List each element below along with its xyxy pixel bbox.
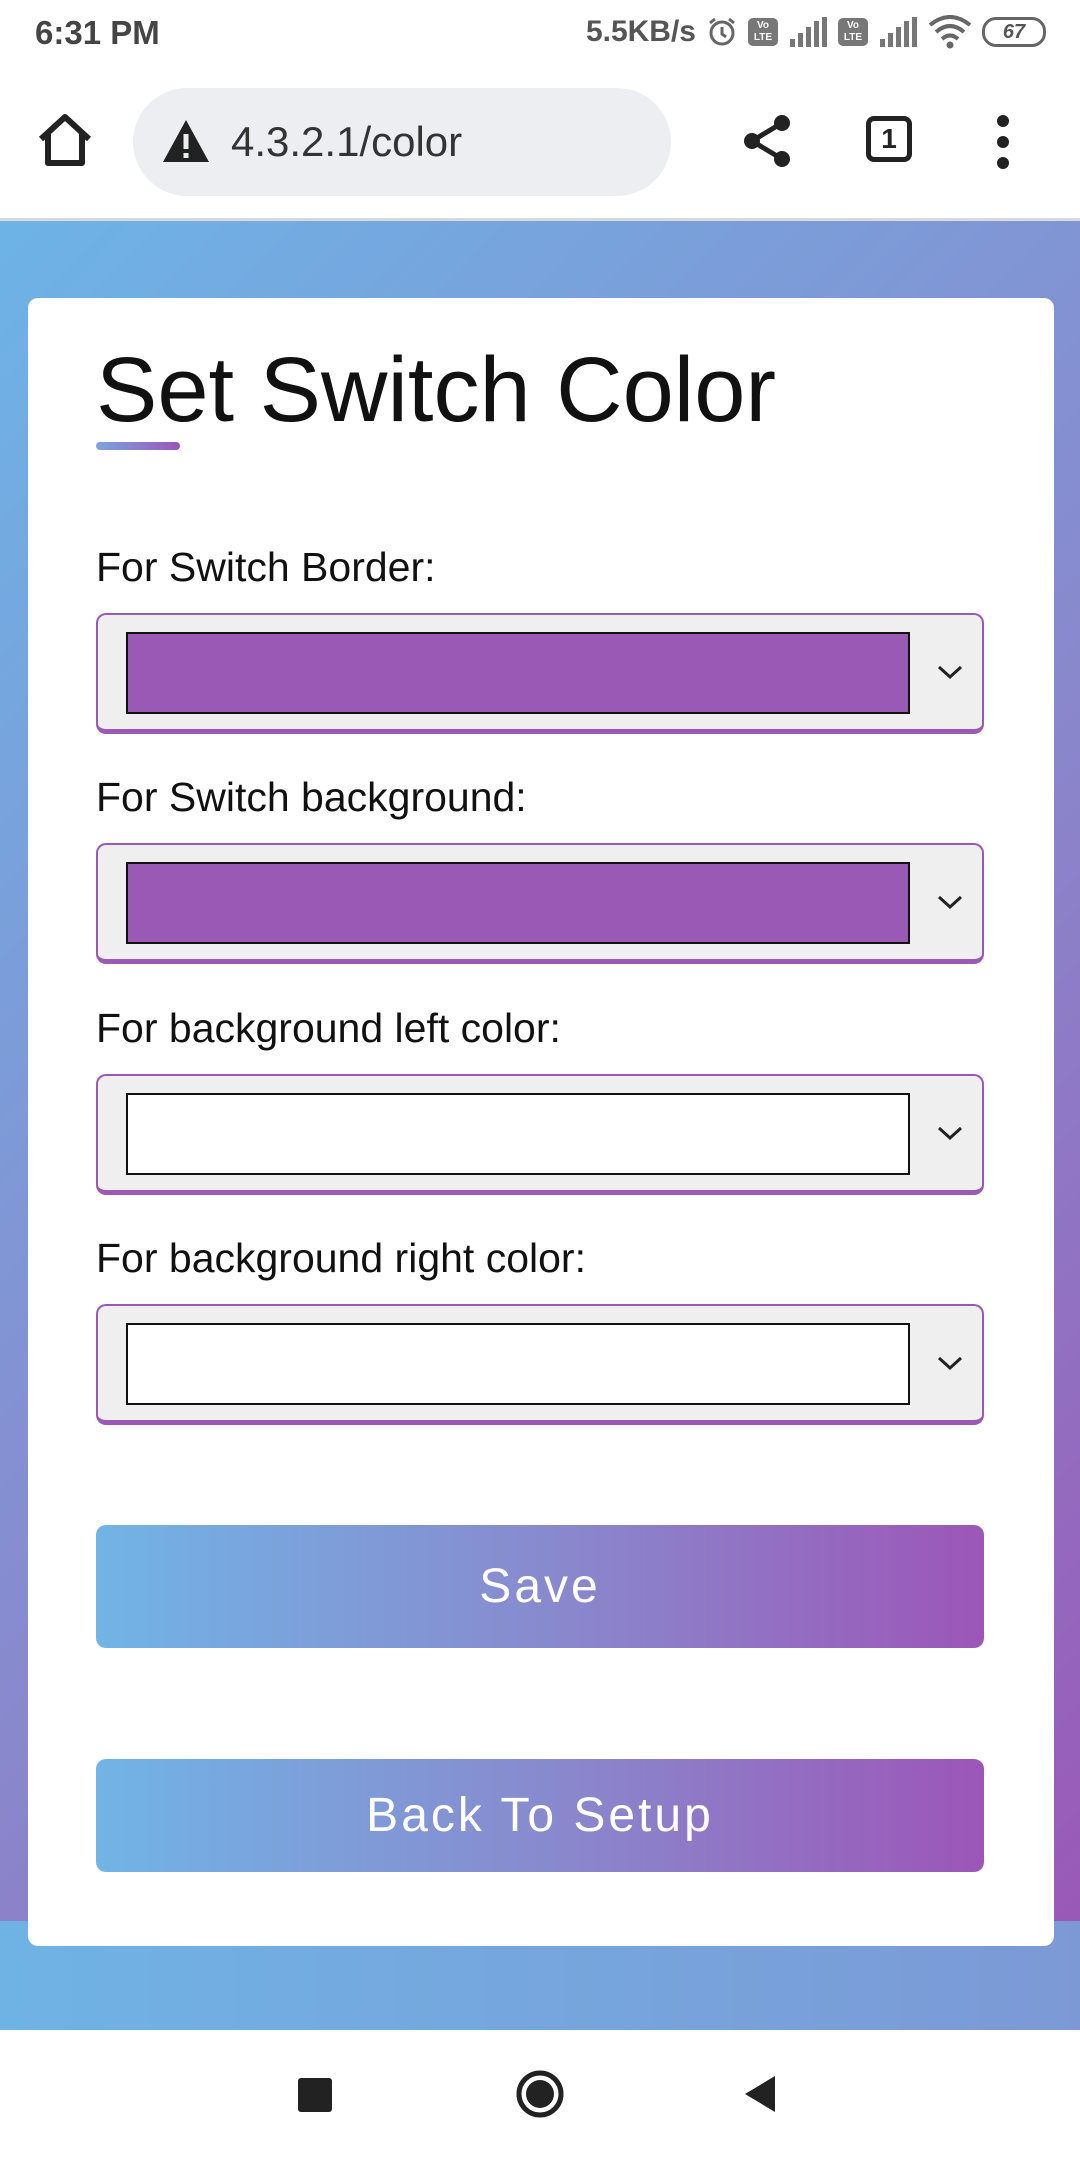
back-nav-icon[interactable] bbox=[743, 2074, 777, 2114]
background-right-color-picker[interactable] bbox=[96, 1304, 984, 1425]
url-text[interactable]: 4.3.2.1/color bbox=[231, 118, 462, 166]
address-bar[interactable]: 4.3.2.1/color bbox=[133, 88, 671, 196]
page-title: Set Switch Color bbox=[96, 339, 777, 441]
volte-icon: Vo LTE bbox=[748, 18, 778, 46]
chevron-down-icon[interactable] bbox=[936, 1124, 964, 1142]
title-underline bbox=[96, 442, 180, 450]
browser-toolbar: 4.3.2.1/color 1 bbox=[0, 66, 1080, 221]
switch-background-color-picker[interactable] bbox=[96, 843, 984, 964]
recents-icon[interactable] bbox=[298, 2078, 332, 2112]
status-icons: 5.5KB/s Vo LTE Vo LTE 67 bbox=[586, 12, 1046, 52]
chevron-down-icon[interactable] bbox=[936, 663, 964, 681]
chevron-down-icon[interactable] bbox=[936, 893, 964, 911]
home-nav-icon[interactable] bbox=[515, 2069, 565, 2119]
system-nav-bar bbox=[0, 2030, 1080, 2160]
switch-background-label: For Switch background: bbox=[96, 774, 527, 820]
status-bar: 6:31 PM 5.5KB/s Vo LTE Vo LTE 67 bbox=[0, 0, 1080, 66]
switch-border-color-picker[interactable] bbox=[96, 613, 984, 734]
back-to-setup-button[interactable]: Back To Setup bbox=[96, 1759, 984, 1872]
alarm-icon bbox=[706, 16, 738, 48]
page-background: Set Switch Color For Switch Border: For … bbox=[0, 221, 1080, 2030]
color-swatch[interactable] bbox=[126, 862, 910, 944]
signal-icon bbox=[788, 17, 828, 47]
background-left-color-picker[interactable] bbox=[96, 1074, 984, 1195]
home-icon[interactable] bbox=[36, 111, 94, 169]
color-swatch[interactable] bbox=[126, 632, 910, 714]
switch-border-label: For Switch Border: bbox=[96, 544, 436, 590]
color-swatch[interactable] bbox=[126, 1323, 910, 1405]
background-right-label: For background right color: bbox=[96, 1235, 586, 1281]
status-time: 6:31 PM bbox=[35, 14, 160, 51]
background-left-label: For background left color: bbox=[96, 1005, 561, 1051]
settings-card: Set Switch Color For Switch Border: For … bbox=[28, 298, 1054, 1946]
battery-icon: 67 bbox=[982, 17, 1046, 47]
tab-count-button[interactable]: 1 bbox=[866, 116, 912, 162]
network-speed: 5.5KB/s bbox=[585, 15, 696, 48]
save-button[interactable]: Save bbox=[96, 1525, 984, 1648]
more-options-icon[interactable] bbox=[992, 114, 1014, 170]
chevron-down-icon[interactable] bbox=[936, 1354, 964, 1372]
signal-icon-2 bbox=[878, 17, 918, 47]
color-swatch[interactable] bbox=[126, 1093, 910, 1175]
share-icon[interactable] bbox=[742, 114, 792, 168]
wifi-icon bbox=[928, 15, 972, 49]
warning-icon[interactable] bbox=[161, 118, 211, 164]
volte-icon-2: Vo LTE bbox=[838, 18, 868, 46]
